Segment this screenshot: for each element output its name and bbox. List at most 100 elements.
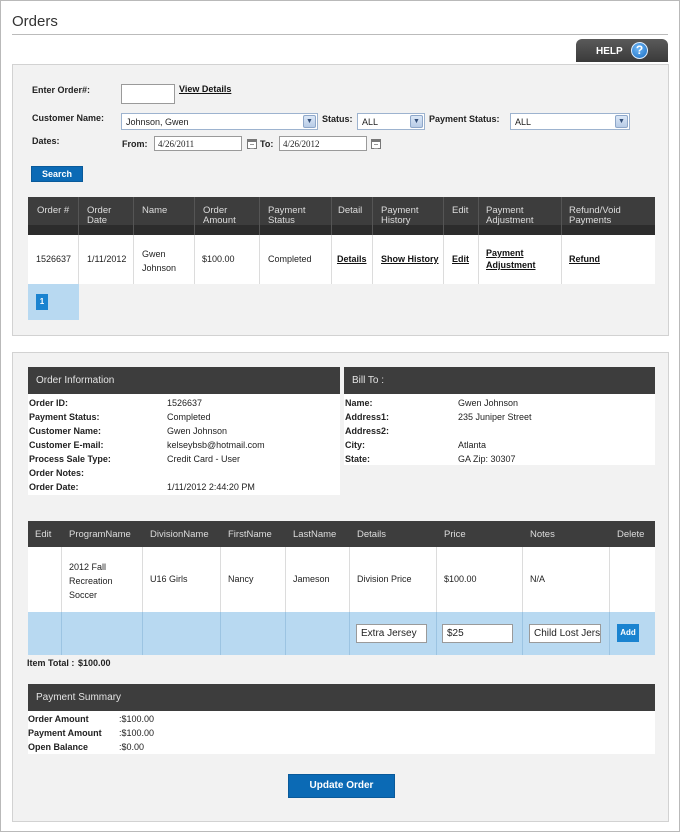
item-notes-input[interactable]: Child Lost Jersey <box>529 624 601 643</box>
order-info-field-label: Order Notes: <box>29 468 85 478</box>
order-info-field-label: Payment Status: <box>29 412 100 422</box>
show-history-link[interactable]: Show History <box>381 254 439 264</box>
col-divider <box>78 197 79 235</box>
order-number-label: Enter Order#: <box>32 85 91 95</box>
bill-to-header: Bill To : <box>344 367 655 394</box>
payment-status-select[interactable]: ALL ▼ <box>510 113 630 130</box>
customer-name-value: Johnson, Gwen <box>126 117 189 127</box>
col-divider <box>61 547 62 612</box>
col-divider <box>78 235 79 284</box>
orders-table-header: Order # Order Date Name Order Amount Pay… <box>28 197 655 235</box>
pagination-bar: 1 <box>28 284 79 320</box>
col-program-name: ProgramName <box>69 529 131 540</box>
view-details-link[interactable]: View Details <box>179 84 231 94</box>
col-order-date: Order Date <box>87 205 112 226</box>
details-cell: Division Price <box>357 574 412 584</box>
col-last-name: LastName <box>293 529 337 540</box>
add-item-button[interactable]: Add <box>617 624 639 642</box>
item-price-input[interactable]: $25 <box>442 624 513 643</box>
item-details-input[interactable]: Extra Jersey <box>356 624 427 643</box>
col-divider <box>142 547 143 612</box>
update-order-button[interactable]: Update Order <box>288 774 395 798</box>
item-total-value: $100.00 <box>78 658 111 668</box>
calendar-icon[interactable] <box>371 139 381 149</box>
col-divider <box>478 197 479 235</box>
order-info-field-value: Credit Card - User <box>167 454 241 464</box>
status-select[interactable]: ALL ▼ <box>357 113 425 130</box>
order-number-input[interactable] <box>121 84 175 104</box>
payment-status-cell: Completed <box>268 254 312 264</box>
order-number-cell: 1526637 <box>36 254 72 264</box>
status-label: Status: <box>322 114 353 124</box>
bill-to-field-label: Address2: <box>345 426 390 436</box>
from-date-input[interactable]: 4/26/2011 <box>154 136 242 151</box>
dates-label: Dates: <box>32 136 60 146</box>
payment-summary-header: Payment Summary <box>28 684 655 711</box>
bill-to-field-label: State: <box>345 454 371 464</box>
orders-window: Orders HELP ? Enter Order#: View Details… <box>0 0 680 832</box>
search-button[interactable]: Search <box>31 166 83 182</box>
col-order-no: Order # <box>37 205 70 216</box>
col-divider <box>372 235 373 284</box>
bill-to-field-value: Gwen Johnson <box>458 398 519 408</box>
order-info-field-value: Gwen Johnson <box>167 426 228 436</box>
order-information-header: Order Information <box>28 367 340 394</box>
add-item-row: Extra Jersey $25 Child Lost Jersey Add <box>28 612 655 655</box>
payment-summary-field-value: :$0.00 <box>119 742 145 752</box>
question-icon: ? <box>631 42 648 59</box>
col-divider <box>61 612 62 655</box>
col-divider <box>609 612 610 655</box>
bill-to-field-value: 235 Juniper Street <box>458 412 532 422</box>
col-divider <box>349 612 350 655</box>
payment-status-label: Payment Status: <box>429 114 500 124</box>
col-payment-adjustment: Payment Adjustment <box>486 205 534 226</box>
payment-summary-field-label: Open Balance <box>28 742 89 752</box>
col-divider <box>436 612 437 655</box>
col-divider <box>220 547 221 612</box>
to-date-input[interactable]: 4/26/2012 <box>279 136 367 151</box>
col-divider <box>285 612 286 655</box>
col-divider <box>133 235 134 284</box>
edit-order-link[interactable]: Edit <box>452 254 469 264</box>
col-price: Price <box>444 529 466 540</box>
bill-to-field-label: Address1: <box>345 412 390 422</box>
page-1-button[interactable]: 1 <box>36 294 48 310</box>
calendar-icon[interactable] <box>247 139 257 149</box>
col-detail: Detail <box>338 205 363 216</box>
col-notes: Notes <box>530 529 555 540</box>
col-divider <box>259 197 260 235</box>
details-link[interactable]: Details <box>337 254 367 264</box>
help-button[interactable]: HELP ? <box>576 39 668 62</box>
status-value: ALL <box>362 117 379 127</box>
payment-status-value: ALL <box>515 117 532 127</box>
order-date-cell: 1/11/2012 <box>87 254 127 264</box>
payment-summary-field-label: Order Amount <box>28 714 89 724</box>
col-divider <box>142 612 143 655</box>
to-label: To: <box>260 139 274 149</box>
item-total-label: Item Total : <box>27 658 75 668</box>
order-info-field-value: Completed <box>167 412 211 422</box>
col-divider <box>443 235 444 284</box>
col-divider <box>285 547 286 612</box>
table-row: 1526637 1/11/2012 Gwen Johnson $100.00 C… <box>28 235 655 284</box>
notes-cell: N/A <box>530 574 546 584</box>
order-info-field-label: Order Date: <box>29 482 79 492</box>
title-divider <box>12 34 668 35</box>
col-divider <box>522 547 523 612</box>
col-division-name: DivisionName <box>150 529 209 540</box>
payment-summary-field-value: :$100.00 <box>119 728 155 738</box>
customer-name-select[interactable]: Johnson, Gwen ▼ <box>121 113 318 130</box>
bill-to-field-label: Name: <box>345 398 373 408</box>
division-name-cell: U16 Girls <box>150 574 188 584</box>
col-divider <box>331 235 332 284</box>
order-info-field-label: Process Sale Type: <box>29 454 111 464</box>
order-detail-panel: Order Information Order ID: 1526637 Paymen… <box>12 352 669 822</box>
bill-to-field-value: GA Zip: 30307 <box>458 454 516 464</box>
search-panel: Enter Order#: View Details Customer Name… <box>12 64 669 336</box>
order-info-field-label: Customer Name: <box>29 426 102 436</box>
refund-link[interactable]: Refund <box>569 254 600 264</box>
payment-adjustment-link[interactable]: Payment Adjustment <box>486 247 542 271</box>
col-payment-status: Payment Status <box>268 205 306 226</box>
col-divider <box>194 235 195 284</box>
col-divider <box>331 197 332 235</box>
